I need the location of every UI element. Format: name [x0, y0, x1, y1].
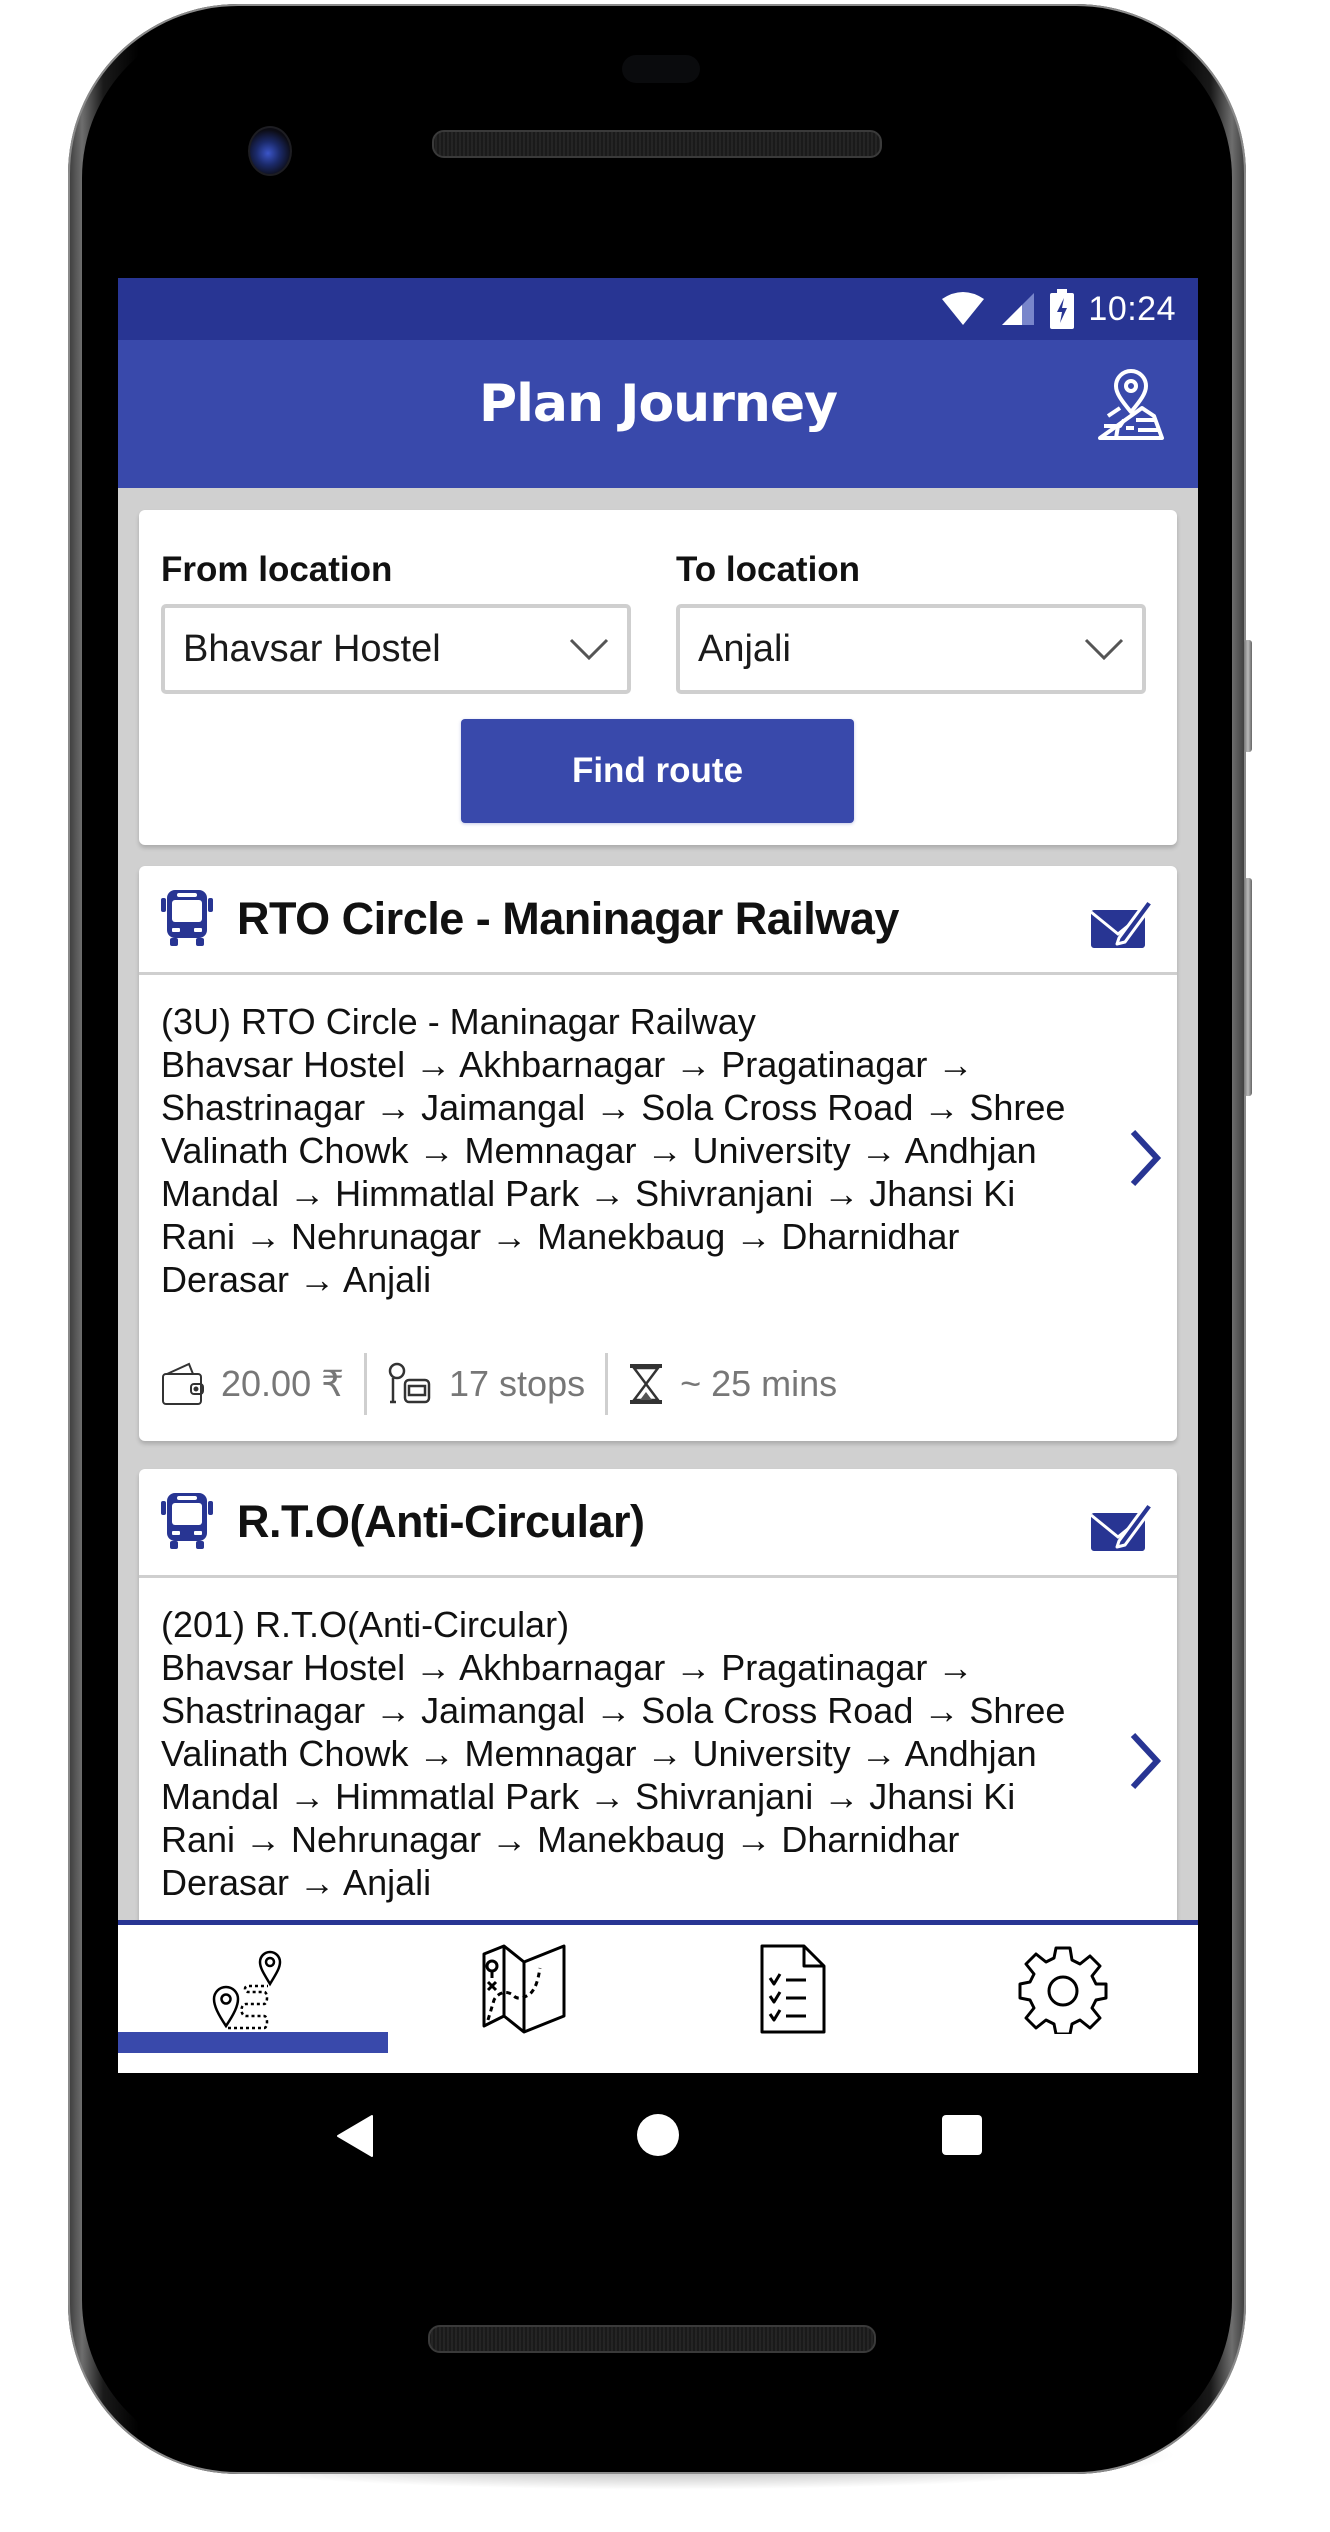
bottom-navigation [118, 1920, 1198, 2073]
to-location-label: To location [676, 550, 861, 589]
from-location-label: From location [161, 550, 393, 589]
home-icon[interactable] [637, 2114, 679, 2156]
route-title: R.T.O(Anti-Circular) [237, 1496, 645, 1547]
hourglass-icon [630, 1364, 663, 1404]
duration-info: ~ 25 mins [628, 1362, 837, 1406]
route-summary: 20.00 ₹ 17 stops ~ 25 mins [161, 1352, 837, 1416]
chevron-right-icon[interactable] [1125, 1126, 1165, 1190]
tab-checklist[interactable] [658, 1925, 928, 2053]
to-location-value: Anjali [698, 628, 791, 670]
wallet-icon [162, 1362, 204, 1405]
compose-message-icon[interactable] [1089, 1495, 1155, 1553]
route-card-header: R.T.O(Anti-Circular) [139, 1469, 1177, 1578]
find-route-button[interactable]: Find route [461, 719, 854, 823]
fare-value: 20.00 ₹ [221, 1363, 344, 1404]
wifi-icon [942, 292, 985, 325]
divider [605, 1353, 609, 1415]
route-details: (201) R.T.O(Anti-Circular) Bhavsar Hoste… [161, 1603, 1081, 1904]
bus-stop-icon [388, 1362, 431, 1404]
recents-icon[interactable] [942, 2115, 982, 2155]
chevron-down-icon [569, 638, 609, 661]
bottom-speaker [428, 2325, 876, 2353]
route-number-name: (201) R.T.O(Anti-Circular) [161, 1604, 570, 1645]
active-tab-indicator [118, 2032, 388, 2053]
route-number-name: (3U) RTO Circle - Maninagar Railway [161, 1001, 756, 1042]
route-search-form: From location To location Bhavsar Hostel… [139, 510, 1177, 845]
proximity-sensor [622, 55, 700, 83]
stops-count: 17 stops [449, 1363, 586, 1404]
fare-info: 20.00 ₹ [161, 1362, 344, 1406]
app-screen: 10:24 Plan Journey From location To loca… [118, 278, 1198, 2073]
system-navigation-bar [0, 2100, 1330, 2174]
to-location-select[interactable]: Anjali [676, 604, 1146, 694]
power-button [1244, 640, 1252, 752]
status-bar: 10:24 [118, 278, 1198, 340]
page-title: Plan Journey [478, 374, 838, 434]
volume-rocker [1244, 878, 1252, 1096]
checklist-icon [760, 1944, 826, 2034]
tab-map[interactable] [388, 1925, 658, 2053]
compose-message-icon[interactable] [1089, 892, 1155, 950]
tab-settings[interactable] [928, 1925, 1198, 2053]
battery-charging-icon [1050, 289, 1075, 329]
route-details: (3U) RTO Circle - Maninagar Railway Bhav… [161, 1000, 1081, 1301]
stops-info: 17 stops [387, 1362, 585, 1406]
front-camera [248, 126, 292, 176]
chevron-down-icon [1084, 638, 1124, 661]
route-card-header: RTO Circle - Maninagar Railway [139, 866, 1177, 975]
route-plan-icon [212, 1950, 282, 2030]
app-bar: Plan Journey [118, 340, 1198, 488]
route-stops-list: Bhavsar Hostel → Akhbarnagar → Pragatina… [161, 1044, 1066, 1300]
route-card[interactable]: RTO Circle - Maninagar Railway (3U) RTO … [139, 866, 1177, 1441]
back-icon[interactable] [334, 2114, 376, 2158]
settings-gear-icon [1018, 1946, 1108, 2034]
from-location-select[interactable]: Bhavsar Hostel [161, 604, 631, 694]
bus-icon [161, 1493, 213, 1549]
bus-icon [161, 890, 213, 946]
route-stops-list: Bhavsar Hostel → Akhbarnagar → Pragatina… [161, 1647, 1066, 1903]
map-pin-icon[interactable] [1094, 368, 1168, 442]
signal-icon [1002, 293, 1035, 325]
status-time: 10:24 [1088, 289, 1176, 328]
from-location-value: Bhavsar Hostel [183, 628, 441, 670]
duration-value: ~ 25 mins [680, 1363, 838, 1404]
tab-plan-journey[interactable] [118, 1925, 388, 2053]
route-title: RTO Circle - Maninagar Railway [237, 893, 899, 944]
chevron-right-icon[interactable] [1125, 1729, 1165, 1793]
divider [364, 1353, 367, 1415]
earpiece-speaker [432, 130, 882, 158]
map-icon [482, 1944, 566, 2034]
